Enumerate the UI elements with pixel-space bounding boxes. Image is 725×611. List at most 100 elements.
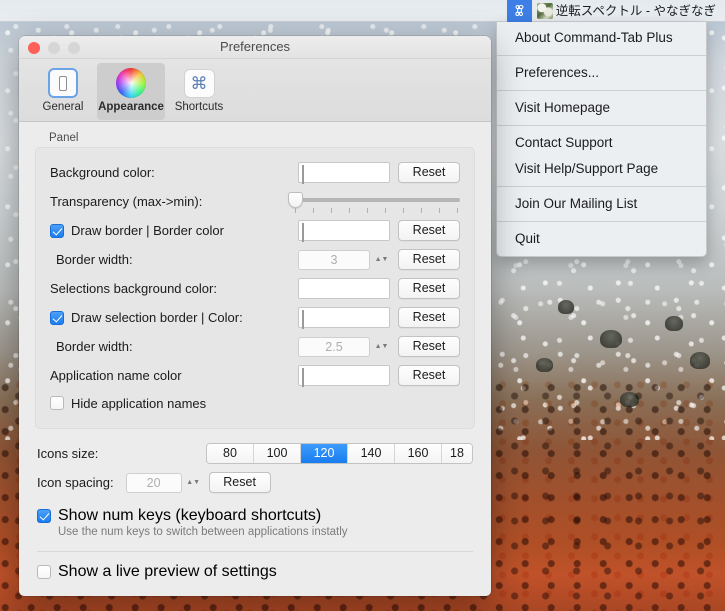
icons-size-option-80[interactable]: 80	[207, 444, 254, 463]
wallpaper-shrub	[558, 300, 574, 314]
border-color-swatch	[302, 223, 304, 242]
application-name-color-well[interactable]	[298, 365, 390, 387]
draw-border-label: Draw border | Border color	[71, 223, 224, 238]
hide-application-names-label: Hide application names	[71, 395, 207, 411]
appearance-pane: Panel Background color: Reset Transparen…	[19, 122, 491, 596]
transparency-slider[interactable]	[288, 191, 460, 213]
panel-group-label: Panel	[49, 132, 79, 144]
icon-spacing-reset-button[interactable]: Reset	[208, 472, 271, 493]
border-width-reset-button[interactable]: Reset	[398, 249, 460, 270]
show-num-keys-checkbox[interactable]: Show num keys (keyboard shortcuts)	[37, 507, 473, 525]
draw-selection-border-label: Draw selection border | Color:	[71, 310, 243, 325]
border-color-well[interactable]	[298, 220, 390, 242]
background-color-reset-button[interactable]: Reset	[398, 162, 460, 183]
menu-item-preferences[interactable]: Preferences...	[497, 60, 706, 86]
selection-border-width-input[interactable]: 2.5	[298, 336, 370, 357]
command-key-icon: ⌘	[182, 66, 216, 100]
window-title: Preferences	[219, 39, 291, 54]
tab-shortcuts[interactable]: ⌘ Shortcuts	[165, 63, 233, 113]
settings-divider	[37, 551, 473, 552]
background-color-swatch	[302, 165, 304, 184]
row-selection-border-width: Border width: 2.5 ▲▼ Reset	[50, 332, 460, 361]
menu-item-contact-support[interactable]: Contact Support	[497, 130, 706, 156]
row-draw-border: Draw border | Border color Reset	[50, 216, 460, 245]
selections-background-color-well[interactable]	[298, 278, 390, 299]
row-application-name-color: Application name color Reset	[50, 361, 460, 390]
selection-border-width-reset-button[interactable]: Reset	[398, 336, 460, 357]
selections-background-color-reset-button[interactable]: Reset	[398, 278, 460, 299]
screen: 逆転スペクトル - やなぎなぎ About Command-Tab Plus P…	[0, 0, 725, 611]
menubar-now-playing[interactable]: 逆転スペクトル - やなぎなぎ	[532, 0, 721, 22]
menu-separator	[497, 90, 706, 91]
color-wheel-icon	[114, 66, 148, 100]
icon-spacing-stepper[interactable]: 20 ▲▼	[125, 472, 200, 493]
menu-item-visit-homepage[interactable]: Visit Homepage	[497, 95, 706, 121]
menu-separator	[497, 55, 706, 56]
menu-item-join-mailing-list[interactable]: Join Our Mailing List	[497, 191, 706, 217]
bottom-settings: Icons size: 80 100 120 140 160 18 Icon s…	[35, 439, 475, 581]
preferences-toolbar: General Appearance ⌘ Shortcuts	[19, 59, 491, 122]
icon-spacing-label: Icon spacing:	[37, 475, 114, 490]
tab-appearance[interactable]: Appearance	[97, 63, 165, 120]
checkbox-icon	[37, 509, 51, 523]
icon-spacing-input[interactable]: 20	[125, 472, 182, 493]
show-num-keys-description: Use the num keys to switch between appli…	[58, 526, 348, 538]
preferences-window: Preferences General Appearance ⌘ Shortcu…	[19, 36, 491, 596]
menu-item-quit[interactable]: Quit	[497, 226, 706, 252]
row-hide-application-names: Hide application names	[50, 390, 460, 416]
device-icon	[46, 66, 80, 100]
menu-item-visit-help-support-page[interactable]: Visit Help/Support Page	[497, 156, 706, 182]
icons-size-option-140[interactable]: 140	[348, 444, 395, 463]
row-icon-spacing: Icon spacing: 20 ▲▼ Reset	[37, 468, 473, 497]
draw-selection-border-checkbox[interactable]: Draw selection border | Color:	[50, 310, 243, 325]
transparency-slider-thumb[interactable]	[288, 191, 303, 208]
window-titlebar: Preferences	[19, 36, 491, 59]
live-preview-checkbox[interactable]: Show a live preview of settings	[37, 563, 473, 581]
icons-size-option-160[interactable]: 160	[395, 444, 442, 463]
stepper-arrows-icon[interactable]: ▲▼	[375, 336, 389, 357]
menubar-command-tab-plus[interactable]	[506, 0, 532, 22]
selection-border-width-stepper[interactable]: 2.5 ▲▼	[298, 336, 388, 357]
album-art-thumbnail	[536, 2, 553, 19]
checkbox-icon	[50, 223, 64, 238]
border-color-reset-button[interactable]: Reset	[398, 220, 460, 241]
background-color-well[interactable]	[298, 162, 390, 184]
wallpaper-shrub	[665, 316, 683, 331]
selection-border-width-label: Border width:	[56, 339, 133, 354]
row-icons-size: Icons size: 80 100 120 140 160 18	[37, 439, 473, 468]
icons-size-option-100[interactable]: 100	[254, 444, 301, 463]
transparency-slider-ticks	[295, 207, 458, 213]
selection-border-color-well[interactable]	[298, 307, 390, 329]
checkbox-icon	[37, 565, 51, 579]
draw-border-checkbox[interactable]: Draw border | Border color	[50, 223, 224, 238]
transparency-slider-track	[295, 197, 460, 202]
icons-size-option-120[interactable]: 120	[301, 444, 348, 463]
application-name-color-reset-button[interactable]: Reset	[398, 365, 460, 386]
icons-size-label: Icons size:	[37, 446, 99, 461]
tab-appearance-label: Appearance	[98, 101, 164, 113]
background-color-label: Background color:	[50, 165, 155, 180]
tab-general-label: General	[42, 101, 84, 113]
row-border-width: Border width: 3 ▲▼ Reset	[50, 245, 460, 274]
command-tab-plus-menu[interactable]: About Command-Tab Plus Preferences... Vi…	[496, 22, 707, 257]
menu-separator	[497, 221, 706, 222]
menu-item-about[interactable]: About Command-Tab Plus	[497, 25, 706, 51]
icons-size-segmented-control[interactable]: 80 100 120 140 160 18	[206, 443, 473, 464]
selection-border-color-swatch	[302, 310, 304, 329]
application-name-color-swatch	[302, 368, 304, 387]
border-width-input[interactable]: 3	[298, 249, 370, 270]
tab-general[interactable]: General	[29, 63, 97, 113]
border-width-stepper[interactable]: 3 ▲▼	[298, 249, 388, 270]
hide-application-names-checkbox[interactable]: Hide application names	[50, 396, 206, 411]
menu-separator	[497, 125, 706, 126]
stepper-arrows-icon[interactable]: ▲▼	[375, 249, 389, 270]
selection-border-color-reset-button[interactable]: Reset	[398, 307, 460, 328]
icons-size-option-180[interactable]: 18	[442, 444, 472, 463]
border-width-label: Border width:	[56, 252, 133, 267]
checkbox-icon	[50, 310, 64, 325]
row-draw-selection-border: Draw selection border | Color: Reset	[50, 303, 460, 332]
stepper-arrows-icon[interactable]: ▲▼	[186, 472, 200, 493]
wallpaper-shrub	[690, 352, 710, 369]
application-name-color-label: Application name color	[50, 368, 182, 383]
command-tab-plus-icon	[515, 4, 524, 16]
